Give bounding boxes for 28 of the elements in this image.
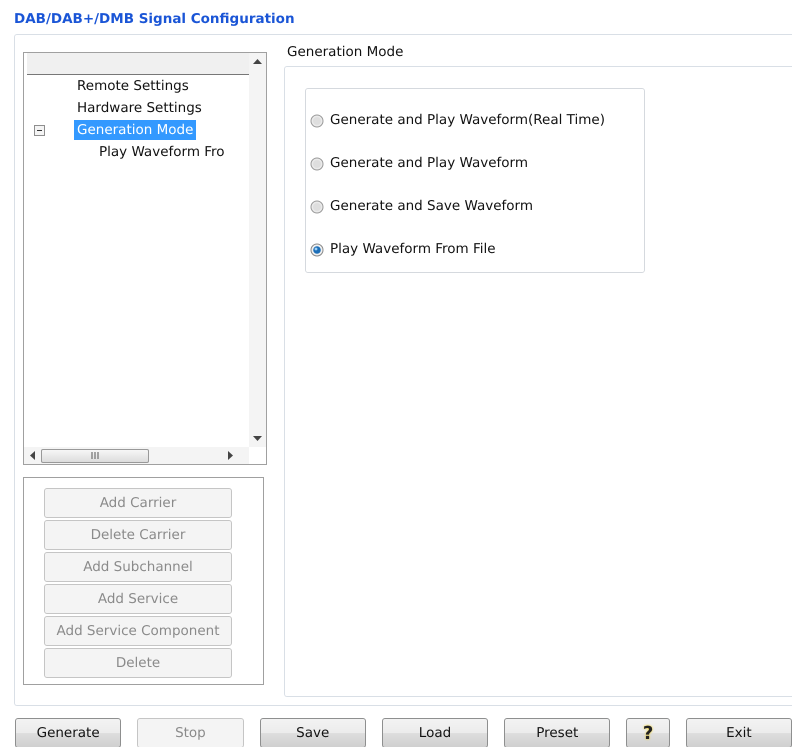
action-button[interactable]: Exit	[686, 718, 792, 747]
radio-label[interactable]: Generate and Save Waveform	[330, 196, 533, 217]
tree-item[interactable]: Remote Settings	[74, 76, 192, 96]
radio-button[interactable]	[310, 242, 324, 256]
radio-label[interactable]: Play Waveform From File	[330, 239, 496, 260]
vertical-scrollbar[interactable]	[249, 53, 266, 447]
action-button[interactable]: Preset	[504, 718, 610, 747]
tree-item[interactable]: Hardware Settings	[74, 98, 205, 118]
panel-title: Generation Mode	[286, 44, 404, 62]
tree-item[interactable]: Play Waveform Fro	[96, 142, 228, 162]
collapse-icon[interactable]	[34, 124, 45, 136]
scroll-right-icon[interactable]	[228, 451, 233, 460]
action-button[interactable]: Generate	[15, 718, 122, 747]
scroll-thumb[interactable]	[41, 448, 149, 462]
grip-icon	[91, 452, 99, 459]
radio-label[interactable]: Generate and Play Waveform	[330, 153, 528, 174]
radio-label[interactable]: Generate and Play Waveform(Real Time)	[330, 110, 605, 131]
scroll-left-icon[interactable]	[30, 451, 35, 460]
help-button[interactable]: ?	[626, 718, 670, 747]
radio-button[interactable]	[310, 114, 324, 128]
radio-button[interactable]	[310, 156, 324, 170]
scroll-down-icon[interactable]	[253, 436, 262, 441]
horizontal-scrollbar[interactable]	[24, 447, 249, 464]
action-button[interactable]: Save	[260, 718, 366, 747]
window-title: DAB/DAB+/DMB Signal Configuration	[13, 10, 296, 29]
action-button[interactable]: Load	[382, 718, 488, 747]
scroll-up-icon[interactable]	[253, 59, 262, 64]
radio-button[interactable]	[310, 200, 324, 214]
